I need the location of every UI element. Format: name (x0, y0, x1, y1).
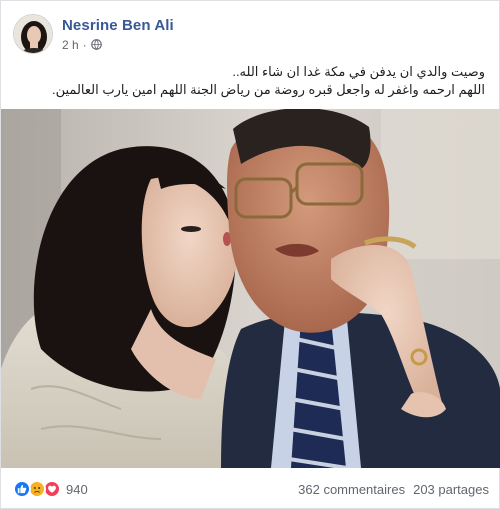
reaction-count[interactable]: 940 (66, 482, 88, 497)
author-name[interactable]: Nesrine Ben Ali (62, 17, 174, 35)
post-photo[interactable] (1, 109, 500, 468)
post-text-line: وصيت والدي ان يدفن في مكة غدا ان شاء الل… (232, 64, 485, 79)
separator-dot: · (82, 37, 87, 52)
post-time[interactable]: 2 h (62, 38, 79, 52)
comments-count[interactable]: 362 commentaires (298, 482, 405, 497)
post-footer: 940 362 commentaires 203 partages (1, 469, 500, 509)
post-meta: Nesrine Ben Ali 2 h · (62, 17, 174, 52)
engagement-counts: 362 commentaires 203 partages (298, 482, 489, 497)
avatar[interactable] (13, 14, 53, 54)
post-text-line: اللهم ارحمه واغفر له واجعل قبره روضة من … (52, 82, 485, 97)
reactions-summary[interactable]: 940 (13, 480, 88, 498)
shares-count[interactable]: 203 partages (413, 482, 489, 497)
post-header: Nesrine Ben Ali 2 h · (13, 12, 174, 56)
timestamp-row: 2 h · (62, 38, 174, 52)
like-icon (13, 480, 31, 498)
post-text: وصيت والدي ان يدفن في مكة غدا ان شاء الل… (15, 63, 485, 99)
facebook-post: Nesrine Ben Ali 2 h · وصيت والدي ان يدفن… (0, 0, 500, 509)
globe-icon[interactable] (90, 39, 102, 50)
